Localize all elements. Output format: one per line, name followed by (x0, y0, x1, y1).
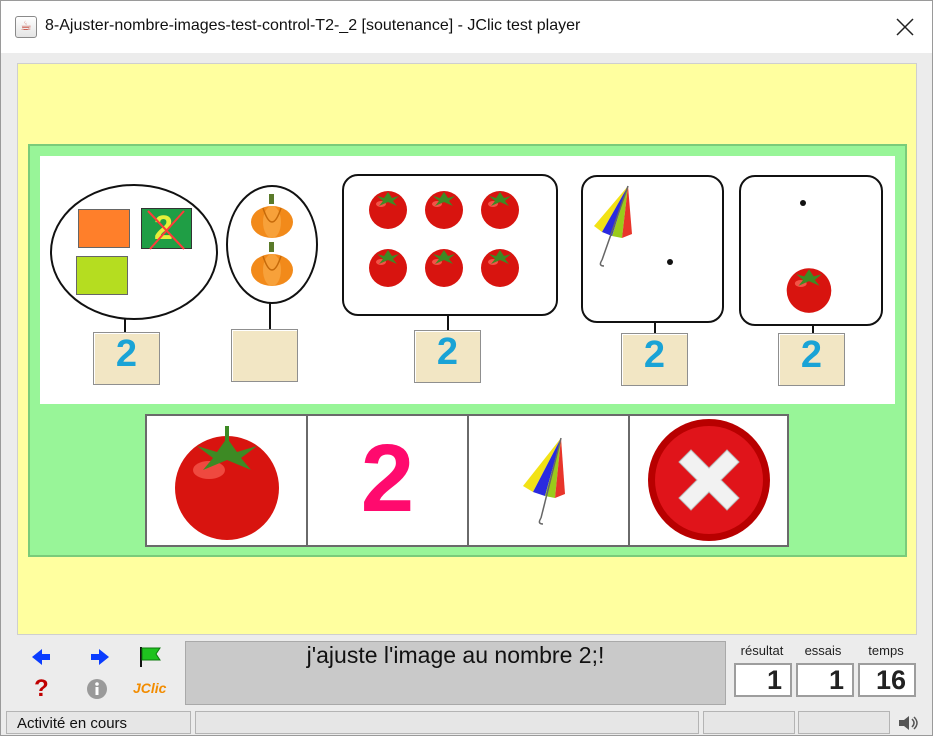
group-2-number-box[interactable] (231, 329, 298, 382)
pumpkin-icon[interactable] (249, 240, 295, 288)
group-1-ellipse[interactable] (50, 184, 218, 320)
umbrella-icon (523, 437, 565, 525)
status-cell-extra (703, 711, 795, 734)
group-3-number-box[interactable]: 2 (414, 330, 481, 383)
info-icon[interactable] (86, 678, 108, 700)
result-label: résultat (740, 643, 784, 658)
status-text: Activité en cours (17, 715, 128, 732)
tomato-option[interactable] (147, 416, 308, 545)
tries-label: essais (804, 643, 842, 658)
tomato-icon[interactable] (477, 242, 523, 288)
orange-square[interactable] (78, 209, 130, 248)
activity-message: j'ajuste l'image au nombre 2;! (185, 641, 726, 705)
tomato-icon[interactable] (365, 184, 411, 230)
time-counter: 16 (858, 663, 916, 697)
dot-marker (800, 200, 806, 206)
sound-icon[interactable] (897, 714, 919, 732)
cross-out-icon (147, 210, 185, 250)
tomato-icon[interactable] (477, 184, 523, 230)
time-label: temps (868, 643, 904, 658)
delete-option[interactable] (630, 416, 791, 545)
previous-arrow-icon[interactable] (30, 647, 52, 667)
close-window-button[interactable] (881, 9, 927, 45)
group-2-connector (269, 303, 271, 330)
jclic-window: ☕ 8-Ajuster-nombre-images-test-control-T… (0, 0, 933, 736)
result-counter: 1 (734, 663, 792, 697)
status-progress-cell (195, 711, 699, 734)
tomato-icon[interactable] (782, 260, 836, 314)
red-x-icon (648, 419, 770, 541)
dot-marker (667, 259, 673, 265)
number-two-label: 2 (360, 425, 415, 532)
controls-bar: ? JClic j'ajuste l'image au nombre 2;! r… (1, 637, 932, 709)
jclic-logo[interactable]: JClic (133, 680, 166, 696)
group-3-connector (447, 315, 449, 331)
status-cell-extra (798, 711, 890, 734)
tomato-icon[interactable] (365, 242, 411, 288)
group-1-number-box[interactable]: 2 (93, 332, 160, 385)
java-app-icon: ☕ (15, 16, 37, 38)
activity-stage: 2 2 2 2 2 (17, 63, 917, 635)
umbrella-icon[interactable] (588, 184, 636, 268)
reset-flag-icon[interactable] (138, 645, 164, 669)
tomato-icon (175, 426, 279, 540)
umbrella-option[interactable] (469, 416, 630, 545)
next-arrow-icon[interactable] (89, 647, 111, 667)
group-5-number-box[interactable]: 2 (778, 333, 845, 386)
close-icon (896, 18, 914, 36)
group-4-number-box[interactable]: 2 (621, 333, 688, 386)
window-title: 8-Ajuster-nombre-images-test-control-T2-… (45, 17, 581, 34)
target-panel: 2 2 2 2 (40, 156, 895, 404)
lime-square[interactable] (76, 256, 128, 295)
help-icon[interactable]: ? (34, 675, 49, 703)
activity-board: 2 2 2 2 2 (28, 144, 907, 557)
tomato-icon[interactable] (421, 242, 467, 288)
pumpkin-icon[interactable] (249, 192, 295, 240)
tomato-icon[interactable] (421, 184, 467, 230)
number-two-option[interactable]: 2 (308, 416, 469, 545)
tries-counter: 1 (796, 663, 854, 697)
crossed-number-square[interactable]: 2 (141, 208, 192, 250)
options-row: 2 (145, 414, 789, 547)
group-1-connector (124, 319, 126, 333)
status-bar: Activité en cours (1, 710, 932, 735)
status-cell: Activité en cours (6, 711, 191, 734)
title-bar: ☕ 8-Ajuster-nombre-images-test-control-T… (1, 1, 932, 53)
